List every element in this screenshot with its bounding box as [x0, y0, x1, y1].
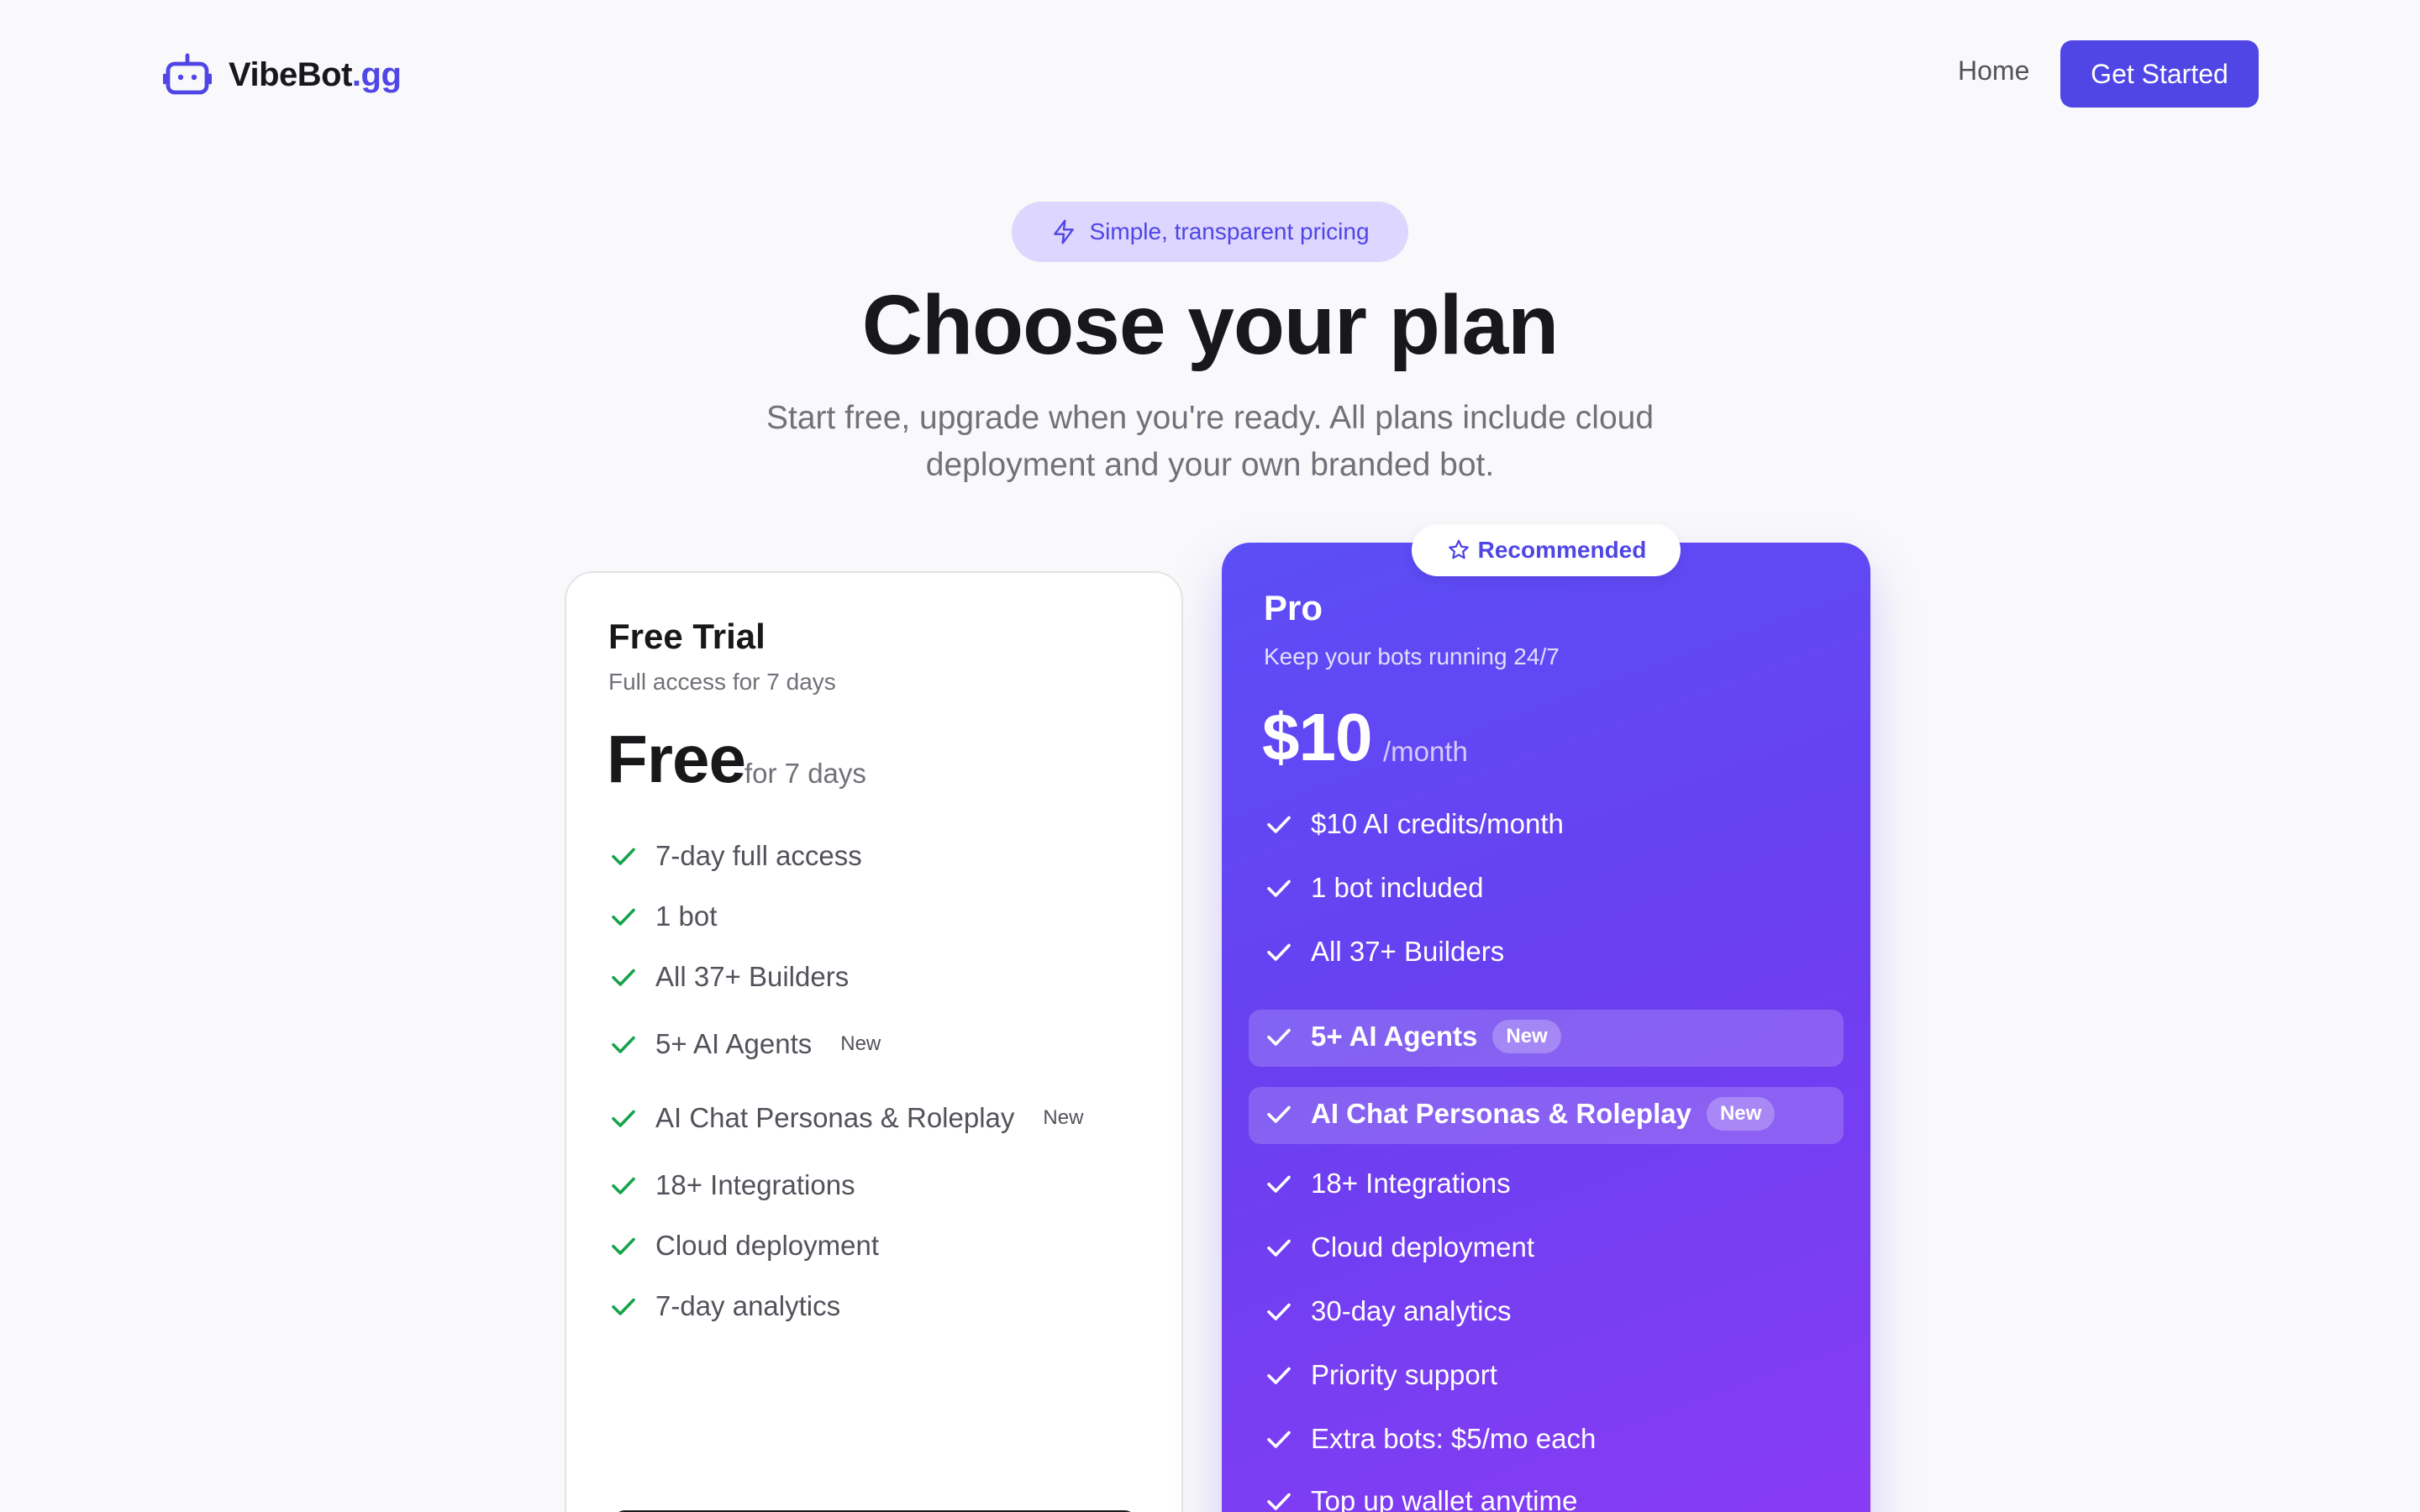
feature-item: 1 bot included	[1264, 872, 1484, 904]
plan-card-free: Free Trial Full access for 7 days Free f…	[565, 571, 1183, 1512]
check-icon	[1267, 879, 1291, 897]
feature-label: All 37+ Builders	[1311, 936, 1505, 967]
brand-name: VibeBot.gg	[229, 55, 402, 93]
feature-label: 5+ AI Agents	[1311, 1021, 1478, 1052]
feature-item: 5+ AI Agents New	[608, 1028, 881, 1060]
feature-label: All 37+ Builders	[655, 961, 850, 992]
plan-price-suffix: /month	[1383, 736, 1468, 767]
feature-label: Cloud deployment	[655, 1230, 879, 1261]
robot-icon	[163, 53, 212, 95]
check-icon	[1267, 1493, 1291, 1510]
feature-label: 1 bot	[655, 900, 718, 932]
check-icon	[1267, 1028, 1291, 1046]
feature-label: 5+ AI Agents	[655, 1028, 813, 1059]
page-title: Choose your plan	[861, 278, 1560, 372]
check-icon	[1267, 1105, 1291, 1123]
plan-name: Free Trial	[608, 617, 765, 656]
check-icon	[1267, 1239, 1291, 1257]
feature-label: 1 bot included	[1311, 872, 1484, 903]
feature-label: Extra bots: $5/mo each	[1311, 1423, 1597, 1454]
check-icon	[1267, 943, 1291, 961]
get-started-button[interactable]: Get Started	[2060, 40, 2259, 108]
plan-name: Pro	[1264, 588, 1323, 627]
plan-price: Free	[607, 722, 746, 796]
feature-label: 18+ Integrations	[1311, 1168, 1511, 1199]
check-icon	[1267, 1367, 1291, 1384]
logo[interactable]: VibeBot.gg	[163, 52, 402, 97]
feature-item: 30-day analytics	[1264, 1295, 1511, 1327]
feature-item: Extra bots: $5/mo each	[1264, 1423, 1596, 1455]
feature-label: 18+ Integrations	[655, 1169, 855, 1200]
feature-label: Priority support	[1311, 1359, 1497, 1390]
recommended-badge: Recommended	[1412, 524, 1681, 576]
new-badge: New	[1492, 1020, 1561, 1053]
check-icon	[1267, 1175, 1291, 1193]
feature-label: Top up wallet anytime	[1311, 1485, 1578, 1512]
check-icon	[612, 848, 635, 865]
feature-item: 5+ AI Agents New	[1264, 1020, 1561, 1053]
pricing-pill-label: Simple, transparent pricing	[1089, 218, 1370, 244]
feature-item: 7-day full access	[608, 840, 862, 872]
plan-price-suffix: for 7 days	[744, 758, 866, 789]
check-icon	[612, 969, 635, 986]
feature-label: 30-day analytics	[1311, 1295, 1512, 1326]
feature-item: Priority support	[1264, 1359, 1497, 1391]
check-icon	[1267, 816, 1291, 833]
feature-label: AI Chat Personas & Roleplay	[655, 1102, 1015, 1133]
check-icon	[612, 1237, 635, 1255]
check-icon	[612, 1110, 635, 1127]
feature-item: Top up wallet anytime	[1264, 1485, 1577, 1512]
feature-label: 7-day analytics	[655, 1290, 841, 1321]
star-icon	[1448, 539, 1469, 559]
nav-home-link[interactable]: Home	[1958, 55, 2029, 87]
new-badge: New	[1706, 1097, 1776, 1131]
feature-item: 7-day analytics	[608, 1290, 840, 1322]
feature-item: All 37+ Builders	[608, 961, 849, 993]
check-icon	[612, 908, 635, 926]
check-icon	[612, 1298, 635, 1315]
plan-card-pro: Recommended Pro Keep your bots running 2…	[1222, 524, 1870, 1512]
new-tag: New	[1043, 1106, 1084, 1129]
pricing-pill: Simple, transparent pricing	[1012, 202, 1408, 262]
feature-label: Cloud deployment	[1311, 1231, 1534, 1263]
feature-item: 1 bot	[608, 900, 717, 932]
feature-item: AI Chat Personas & Roleplay New	[608, 1102, 1083, 1134]
check-icon	[612, 1036, 635, 1053]
feature-label: AI Chat Personas & Roleplay	[1311, 1098, 1691, 1129]
site-header: VibeBot.gg Home Get Started	[0, 0, 2420, 148]
recommended-label: Recommended	[1477, 537, 1647, 563]
feature-item: Cloud deployment	[608, 1230, 879, 1262]
feature-item: 18+ Integrations	[1264, 1168, 1511, 1200]
feature-item: 18+ Integrations	[608, 1169, 855, 1201]
page-subtitle: Start free, upgrade when you're ready. A…	[765, 400, 1655, 483]
feature-item: All 37+ Builders	[1264, 936, 1504, 968]
feature-item: Cloud deployment	[1264, 1231, 1534, 1263]
feature-label: $10 AI credits/month	[1311, 808, 1564, 839]
feature-item: $10 AI credits/month	[1264, 808, 1564, 840]
check-icon	[612, 1177, 635, 1194]
plan-description: Full access for 7 days	[608, 669, 836, 695]
check-icon	[1267, 1303, 1291, 1320]
feature-item: AI Chat Personas & Roleplay New	[1264, 1097, 1776, 1131]
new-tag: New	[840, 1032, 881, 1055]
zap-icon	[1054, 219, 1075, 244]
feature-label: 7-day full access	[655, 840, 862, 871]
check-icon	[1267, 1431, 1291, 1448]
plan-description: Keep your bots running 24/7	[1264, 643, 1560, 669]
plan-price: $10	[1262, 700, 1372, 774]
